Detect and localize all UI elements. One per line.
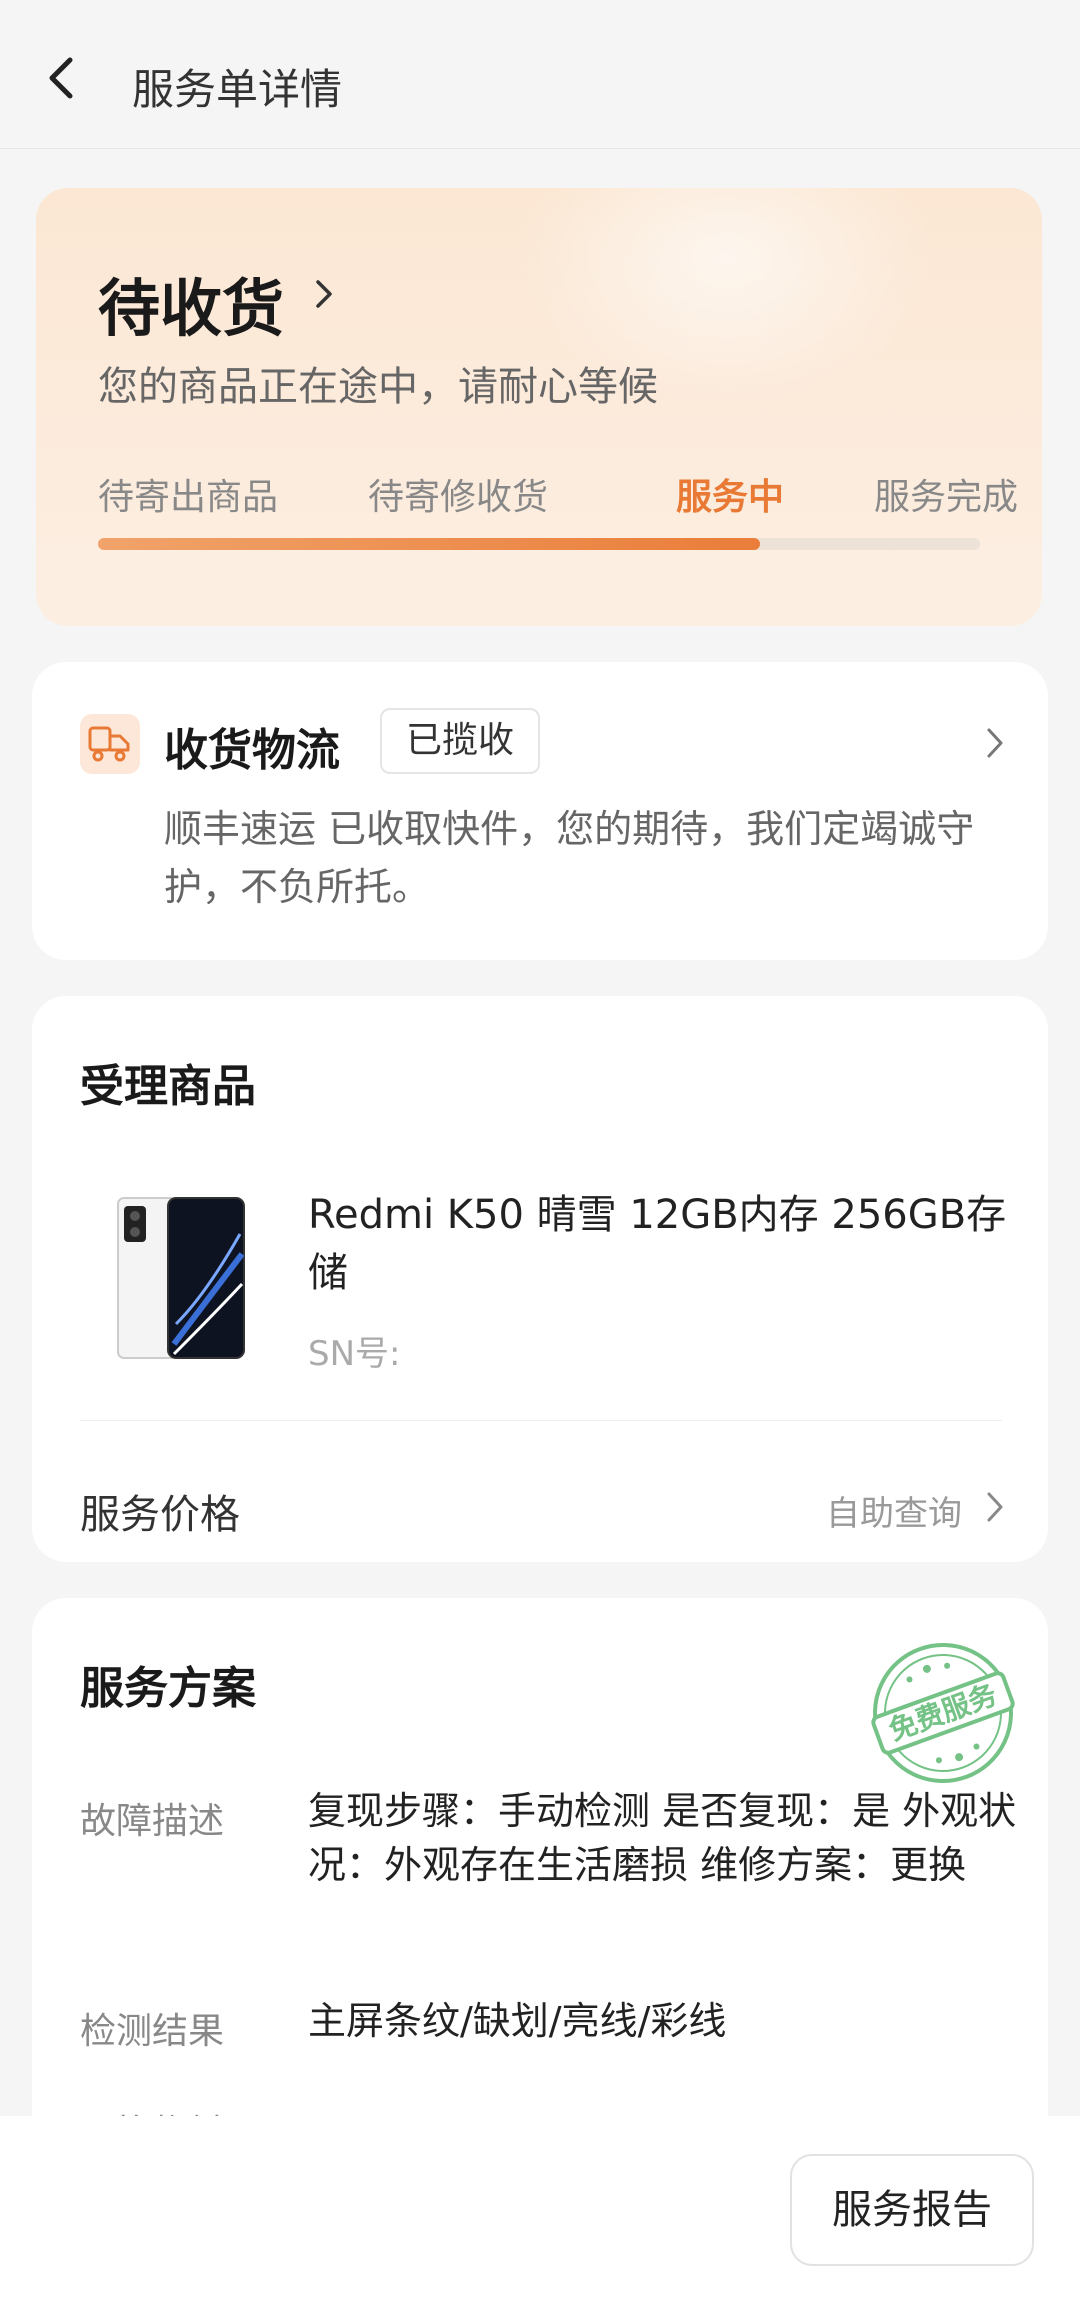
logistics-description: 顺丰速运 已收取快件，您的期待，我们定竭诚守护，不负所托。 [164,807,975,909]
free-service-stamp: 免费服务 [871,1643,1015,1783]
detection-result-value: 主屏条纹/缺划/亮线/彩线 [308,1999,727,2043]
chevron-right-icon[interactable] [984,1488,1006,1526]
bottom-action-bar: 服务报告 [0,2116,1080,2297]
page-title: 服务单详情 [132,65,343,114]
top-bar: 服务单详情 [0,0,1080,149]
phone-product-image [117,1197,245,1359]
service-report-button[interactable]: 服务报告 [790,2154,1034,2266]
product-section-title: 受理商品 [80,1061,256,1112]
chevron-right-icon[interactable] [312,274,338,314]
back-arrow-icon[interactable] [40,48,90,108]
serial-number-label: SN号: [308,1334,401,1374]
status-title[interactable]: 待收货 [98,258,284,348]
step-in-service: 服务中 [676,477,785,518]
step-completed: 服务完成 [874,477,1019,518]
delivery-truck-icon [80,714,140,774]
fault-description-label: 故障描述 [80,1801,225,1842]
step-pending-receive: 待寄修收货 [368,477,549,518]
step-pending-ship: 待寄出商品 [98,477,279,518]
divider [80,1420,1002,1421]
logistics-title: 收货物流 [164,725,340,776]
logistics-status-badge: 已揽收 [380,708,541,774]
service-price-label: 服务价格 [80,1492,240,1538]
self-query-link[interactable]: 自助查询 [826,1486,962,1535]
product-card: 受理商品 Redmi K50 晴雪 12GB内存 256GB存储 SN号: 服务… [32,996,1048,1562]
progress-bar [98,538,980,550]
fault-description-value: 复现步骤：手动检测 是否复现：是 外观状况：外观存在生活磨损 维修方案：更换 [308,1789,1017,1887]
detection-result-label: 检测结果 [80,2011,225,2052]
status-subtitle: 您的商品正在途中，请耐心等候 [98,364,658,410]
progress-bar-fill [98,538,760,550]
stamp-text: 免费服务 [885,1678,1002,1747]
logistics-card[interactable]: 收货物流 已揽收 顺丰速运 已收取快件，您的期待，我们定竭诚守护，不负所托。 [32,662,1048,960]
plan-section-title: 服务方案 [80,1663,256,1714]
status-card: 待收货 您的商品正在途中，请耐心等候 待寄出商品 待寄修收货 服务中 服务完成 [36,188,1042,626]
progress-steps: 待寄出商品 待寄修收货 服务中 服务完成 [98,468,1018,518]
chevron-right-icon[interactable] [984,724,1006,762]
product-name: Redmi K50 晴雪 12GB内存 256GB存储 [308,1192,1007,1296]
